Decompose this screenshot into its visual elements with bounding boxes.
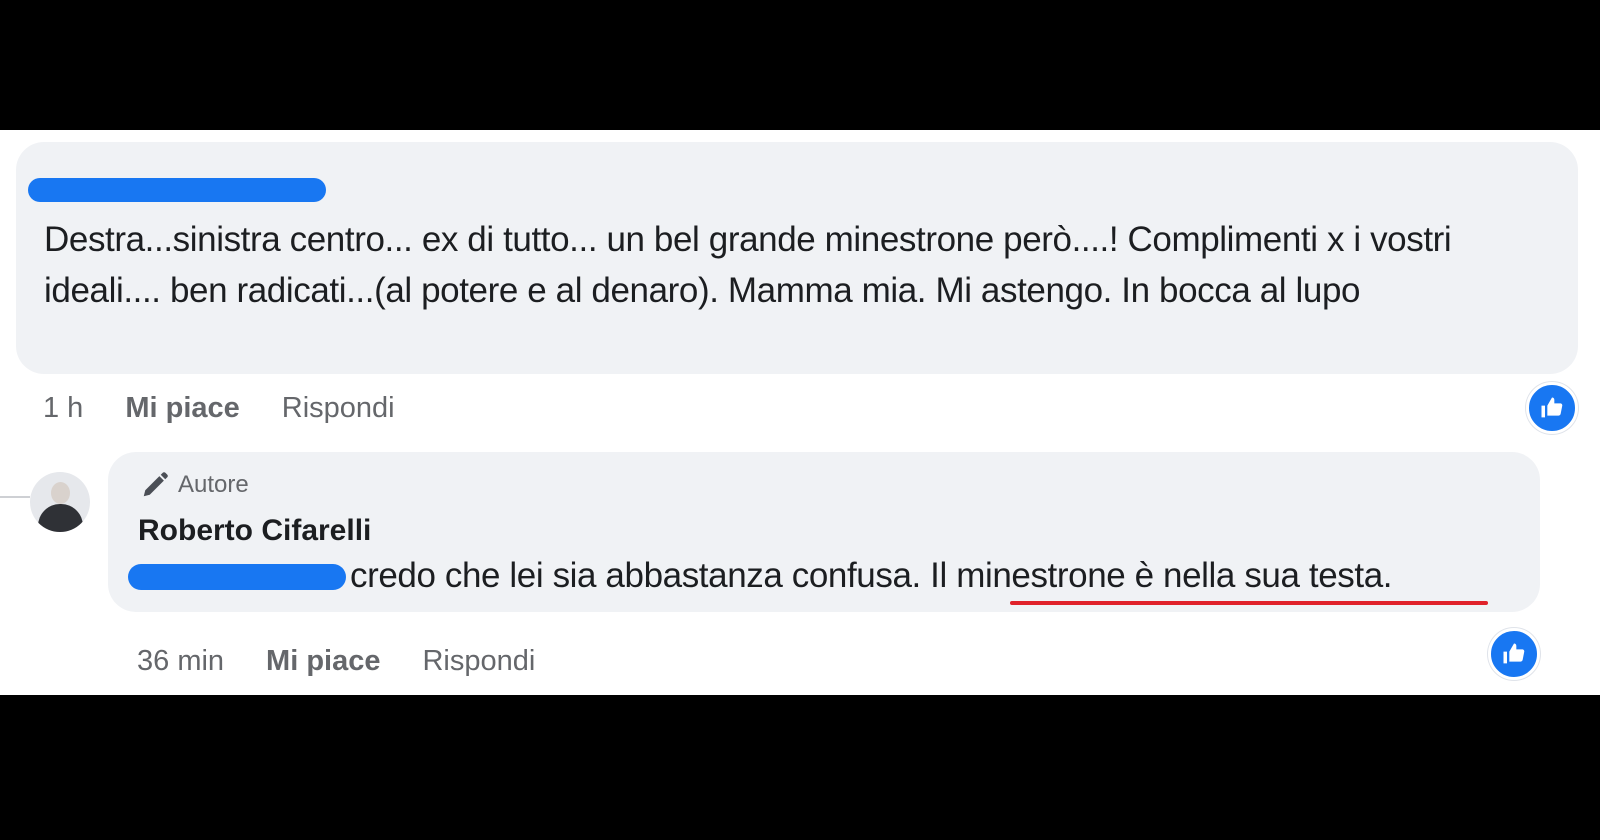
thread-connector bbox=[0, 496, 30, 498]
comment-text: Destra...sinistra centro... ex di tutto.… bbox=[44, 220, 1452, 310]
screenshot-frame: Destra...sinistra centro... ex di tutto.… bbox=[0, 0, 1600, 840]
reply-button[interactable]: Rispondi bbox=[282, 392, 395, 425]
reply-timestamp[interactable]: 36 min bbox=[137, 645, 224, 678]
red-underline-annotation bbox=[1010, 601, 1488, 605]
comment-timestamp[interactable]: 1 h bbox=[43, 392, 83, 425]
pencil-icon bbox=[143, 472, 168, 497]
redacted-author-name bbox=[28, 178, 326, 202]
reply-bubble: Autore Roberto Cifarelli credo che lei s… bbox=[108, 452, 1540, 612]
reply-reply-button[interactable]: Rispondi bbox=[422, 645, 535, 678]
author-badge: Autore bbox=[140, 470, 249, 500]
comments-panel: Destra...sinistra centro... ex di tutto.… bbox=[0, 130, 1600, 695]
reply-text: credo che lei sia abbastanza confusa. Il… bbox=[350, 556, 1393, 595]
comment-bubble: Destra...sinistra centro... ex di tutto.… bbox=[16, 142, 1578, 374]
comment-actions: 1 h Mi piace Rispondi bbox=[43, 392, 395, 425]
reply-author-name[interactable]: Roberto Cifarelli bbox=[138, 514, 371, 548]
thumbs-up-icon[interactable] bbox=[1488, 628, 1540, 680]
author-badge-label: Autore bbox=[178, 471, 249, 498]
redacted-mention bbox=[128, 564, 346, 590]
reply-like-button[interactable]: Mi piace bbox=[266, 645, 380, 678]
reply-actions: 36 min Mi piace Rispondi bbox=[137, 645, 535, 678]
thumbs-up-icon[interactable] bbox=[1526, 382, 1578, 434]
like-button[interactable]: Mi piace bbox=[125, 392, 239, 425]
avatar[interactable] bbox=[30, 472, 90, 532]
